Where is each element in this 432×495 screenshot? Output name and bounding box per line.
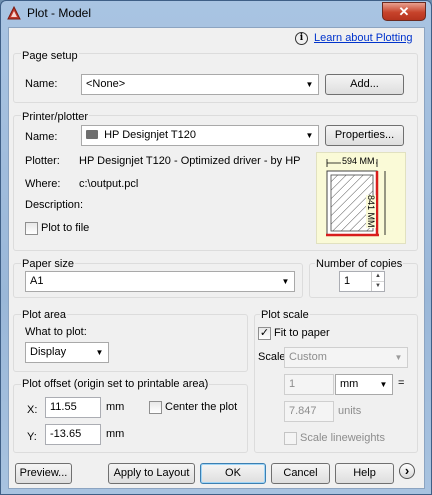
- number-of-copies-group-label: Number of copies: [315, 258, 404, 270]
- expand-options-icon[interactable]: ›: [399, 463, 415, 479]
- page-setup-name-select[interactable]: <None> ▼: [81, 74, 319, 95]
- what-to-plot-value: Display: [30, 346, 67, 358]
- properties-button[interactable]: Properties...: [325, 125, 404, 146]
- paper-width-label: 594 MM: [341, 156, 376, 166]
- plot-scale-group-label: Plot scale: [260, 309, 310, 321]
- offset-x-unit: mm: [106, 401, 125, 413]
- page-setup-group-label: Page setup: [21, 50, 79, 62]
- what-to-plot-label: What to plot:: [25, 326, 87, 338]
- scale-value: Custom: [289, 351, 327, 363]
- scale-units-label: units: [338, 405, 362, 417]
- offset-y-label: Y:: [27, 431, 37, 443]
- paper-size-select[interactable]: A1 ▼: [25, 271, 295, 292]
- where-value: c:\output.pcl: [79, 178, 139, 190]
- plot-to-file-label: Plot to file: [41, 222, 90, 234]
- printer-name-value: HP Designjet T120: [104, 129, 196, 141]
- fit-to-paper-checkbox[interactable]: ✓: [258, 327, 271, 340]
- chevron-down-icon: ▼: [305, 80, 314, 89]
- center-plot-label: Center the plot: [165, 401, 238, 413]
- scale-unit-select[interactable]: mm ▼: [335, 374, 393, 395]
- paper-size-group-label: Paper size: [21, 258, 75, 270]
- offset-y-unit: mm: [106, 428, 125, 440]
- scale-denominator-input[interactable]: 7.847: [284, 401, 334, 422]
- printer-plotter-group-label: Printer/plotter: [21, 111, 90, 123]
- plotter-value: HP Designjet T120 - Optimized driver - b…: [79, 155, 301, 167]
- spin-up-icon[interactable]: ▲: [372, 272, 384, 281]
- center-plot-checkbox[interactable]: [149, 401, 162, 414]
- learn-about-plotting-link[interactable]: Learn about Plotting: [314, 32, 412, 44]
- offset-y-input[interactable]: -13.65: [45, 424, 101, 445]
- preview-button[interactable]: Preview...: [15, 463, 72, 484]
- plotter-label: Plotter:: [25, 155, 60, 167]
- where-label: Where:: [25, 178, 61, 190]
- paper-preview-drawing: [326, 159, 386, 237]
- title-bar[interactable]: Plot - Model ✕: [1, 1, 431, 25]
- offset-x-input[interactable]: 11.55: [45, 397, 101, 418]
- add-page-setup-button[interactable]: Add...: [325, 74, 404, 95]
- copies-spinner[interactable]: ▲ ▼: [371, 272, 384, 291]
- scale-lineweights-label: Scale lineweights: [300, 432, 385, 444]
- page-setup-name-label: Name:: [25, 78, 58, 90]
- equals-sign: =: [398, 377, 405, 389]
- plot-area-group-label: Plot area: [21, 309, 68, 321]
- offset-x-label: X:: [27, 404, 38, 416]
- copies-value: 1: [344, 275, 351, 287]
- ok-button[interactable]: OK: [200, 463, 266, 484]
- paper-size-value: A1: [30, 275, 44, 287]
- chevron-down-icon: ▼: [305, 131, 314, 140]
- chevron-down-icon: ▼: [394, 353, 403, 362]
- plot-to-file-checkbox[interactable]: [25, 222, 38, 235]
- printer-name-select[interactable]: HP Designjet T120 ▼: [81, 125, 319, 146]
- chevron-down-icon: ▼: [95, 348, 104, 357]
- close-button[interactable]: ✕: [382, 2, 426, 21]
- dialog-body: i Learn about Plotting Page setup Name: …: [8, 27, 425, 489]
- plot-dialog-window: Plot - Model ✕ i Learn about Plotting Pa…: [0, 0, 432, 495]
- printer-name-label: Name:: [25, 131, 58, 143]
- scale-numerator-input[interactable]: 1: [284, 374, 334, 395]
- info-icon: i: [295, 32, 308, 45]
- paper-preview: 594 MM 841 MM: [316, 152, 406, 244]
- copies-input[interactable]: 1 ▲ ▼: [339, 271, 385, 292]
- what-to-plot-select[interactable]: Display ▼: [25, 342, 109, 363]
- spin-down-icon[interactable]: ▼: [372, 281, 384, 291]
- scale-select[interactable]: Custom ▼: [284, 347, 408, 368]
- autocad-app-icon: [7, 6, 21, 20]
- chevron-down-icon: ▼: [379, 380, 388, 389]
- apply-to-layout-button[interactable]: Apply to Layout: [108, 463, 195, 484]
- paper-height-label: 841 MM: [366, 195, 376, 228]
- scale-unit-value: mm: [340, 378, 359, 390]
- printer-icon: [86, 130, 98, 139]
- chevron-down-icon: ▼: [281, 277, 290, 286]
- cancel-button[interactable]: Cancel: [271, 463, 330, 484]
- description-label: Description:: [25, 199, 84, 211]
- window-title: Plot - Model: [27, 6, 92, 20]
- fit-to-paper-label: Fit to paper: [274, 327, 330, 339]
- help-button[interactable]: Help: [335, 463, 394, 484]
- plot-offset-group-label: Plot offset (origin set to printable are…: [21, 378, 210, 390]
- page-setup-name-value: <None>: [86, 78, 126, 90]
- scale-lineweights-checkbox[interactable]: [284, 432, 297, 445]
